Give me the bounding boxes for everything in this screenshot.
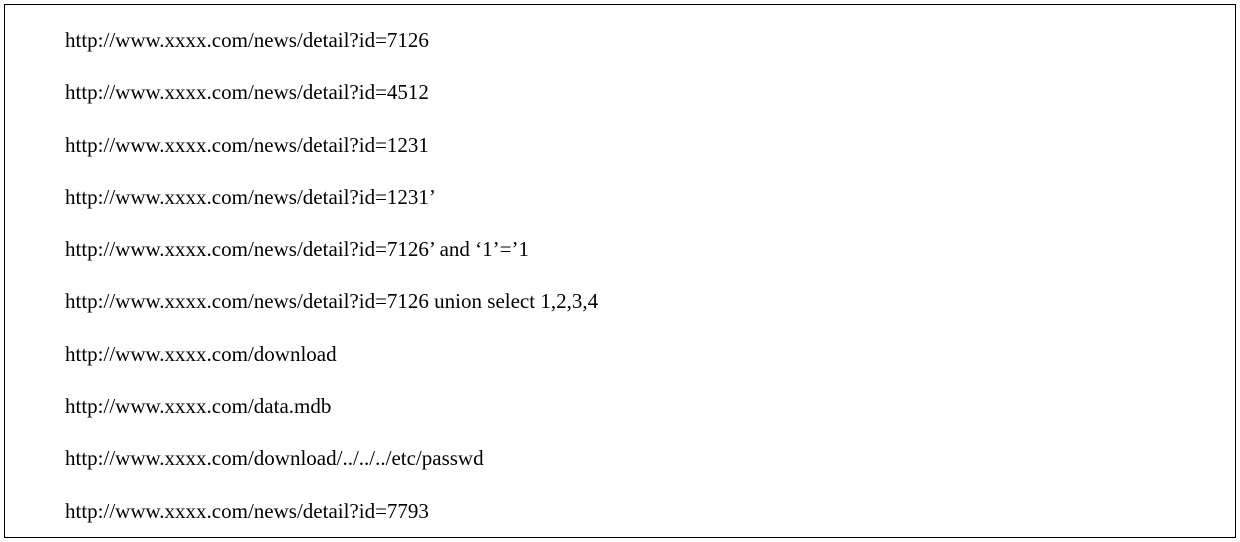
url-line: http://www.xxxx.com/news/detail?id=7793 <box>65 498 1175 525</box>
url-line: http://www.xxxx.com/news/detail?id=4512 <box>65 79 1175 106</box>
url-line: http://www.xxxx.com/news/detail?id=7126’… <box>65 236 1175 263</box>
url-line: http://www.xxxx.com/data.mdb <box>65 393 1175 420</box>
url-list-container: http://www.xxxx.com/news/detail?id=7126 … <box>4 4 1236 538</box>
url-line: http://www.xxxx.com/download <box>65 341 1175 368</box>
url-line: http://www.xxxx.com/news/detail?id=1231’ <box>65 184 1175 211</box>
url-line: http://www.xxxx.com/news/detail?id=7126 <box>65 27 1175 54</box>
url-line: http://www.xxxx.com/download/../../../et… <box>65 445 1175 472</box>
url-line: http://www.xxxx.com/news/detail?id=1231 <box>65 132 1175 159</box>
url-line: http://www.xxxx.com/news/detail?id=7126 … <box>65 288 1175 315</box>
